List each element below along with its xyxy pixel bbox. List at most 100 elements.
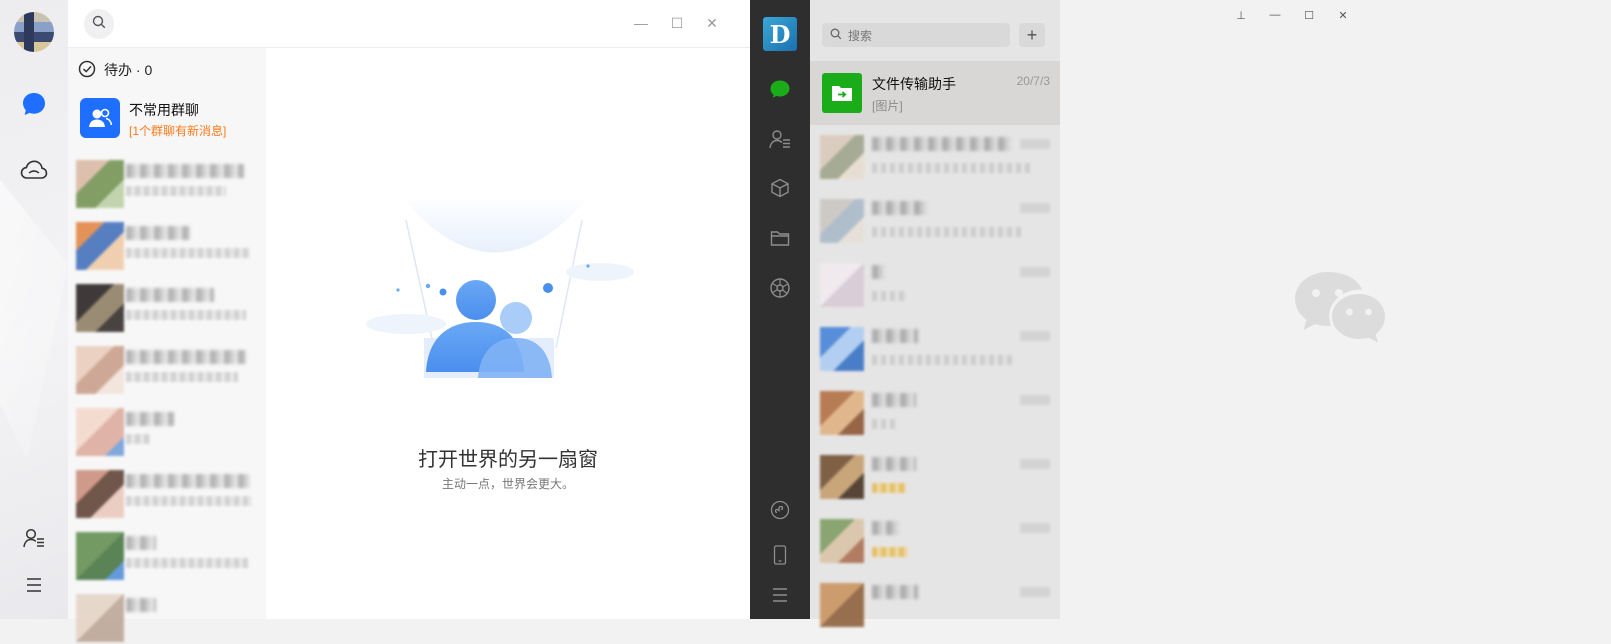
maximize-button[interactable]: ☐ <box>666 12 688 34</box>
chat-date: 20/7/3 <box>1016 74 1050 88</box>
list-item[interactable] <box>810 381 1060 445</box>
maximize-icon: ☐ <box>1304 9 1314 22</box>
phone-icon[interactable] <box>766 541 794 569</box>
blurred-preview <box>126 186 226 196</box>
folder-icon[interactable] <box>766 224 794 252</box>
file-transfer-icon <box>822 73 862 113</box>
search-button[interactable] <box>84 9 114 39</box>
blurred-preview <box>872 355 1012 365</box>
list-item[interactable] <box>810 573 1060 637</box>
avatar <box>820 199 864 243</box>
add-contact-icon[interactable] <box>18 522 50 554</box>
blurred-preview <box>872 419 896 429</box>
minimize-button[interactable]: — <box>630 12 652 34</box>
moments-icon[interactable] <box>766 274 794 302</box>
blurred-time <box>1020 459 1050 469</box>
empty-state-subtitle: 主动一点，世界会更大。 <box>441 477 574 491</box>
mini-program-icon[interactable] <box>766 496 794 524</box>
pin-icon: ⊥ <box>1236 9 1246 22</box>
blurred-time <box>1020 267 1050 277</box>
menu-icon[interactable] <box>18 569 50 601</box>
blurred-preview <box>872 483 906 493</box>
qq-top-bar: — ☐ ✕ <box>68 0 750 48</box>
wechat-nav-rail: D <box>750 0 810 619</box>
avatar <box>76 470 124 518</box>
avatar <box>76 408 124 456</box>
list-item[interactable] <box>810 125 1060 189</box>
list-item[interactable] <box>810 445 1060 509</box>
blurred-name <box>126 474 250 488</box>
list-item[interactable] <box>68 400 266 458</box>
blurred-preview <box>872 547 908 557</box>
minimize-icon: — <box>634 15 648 31</box>
group-new-message-note: [1个群聊有新消息] <box>129 124 227 138</box>
blurred-name <box>126 598 156 612</box>
list-item[interactable] <box>68 152 266 210</box>
avatar <box>820 583 864 627</box>
check-circle-icon <box>78 60 96 81</box>
blurred-name <box>872 137 1012 151</box>
chat-item-file-transfer[interactable]: 文件传输助手 20/7/3 [图片] <box>810 61 1060 125</box>
search-icon <box>830 28 842 43</box>
chat-preview: [图片] <box>872 99 903 113</box>
todo-entry[interactable]: 待办 · 0 <box>68 52 266 88</box>
menu-icon[interactable] <box>766 581 794 609</box>
blurred-name <box>126 412 174 426</box>
balloon-illustration <box>366 200 634 378</box>
chat-icon[interactable] <box>766 75 794 103</box>
blurred-name <box>126 536 156 550</box>
infrequent-groups-item[interactable]: 不常用群聊 [1个群聊有新消息] <box>68 92 266 148</box>
add-button[interactable]: + <box>1019 23 1045 47</box>
favorites-cube-icon[interactable] <box>766 174 794 202</box>
blurred-name <box>126 350 246 364</box>
list-item[interactable] <box>810 317 1060 381</box>
blurred-name <box>872 585 918 599</box>
qq-user-avatar[interactable] <box>14 12 54 52</box>
list-item[interactable] <box>810 509 1060 573</box>
list-item[interactable] <box>68 214 266 272</box>
avatar <box>76 160 124 208</box>
list-item[interactable] <box>68 276 266 334</box>
contacts-icon[interactable] <box>766 125 794 153</box>
blurred-preview <box>126 558 248 568</box>
blurred-preview <box>126 310 246 320</box>
wechat-logo-icon <box>1295 272 1385 343</box>
cloud-icon[interactable] <box>18 154 50 186</box>
blurred-name <box>872 329 918 343</box>
list-item[interactable] <box>68 524 266 582</box>
blurred-preview <box>126 496 252 506</box>
blurred-time <box>1020 139 1050 149</box>
minimize-icon: — <box>1269 9 1281 21</box>
avatar <box>820 391 864 435</box>
close-button[interactable]: ✕ <box>701 12 723 34</box>
chat-bubble-icon[interactable] <box>18 88 50 120</box>
blurred-name <box>872 393 916 407</box>
list-item[interactable] <box>68 586 266 644</box>
blurred-time <box>1020 331 1050 341</box>
list-item[interactable] <box>810 189 1060 253</box>
empty-state-title: 打开世界的另一扇窗 <box>418 449 598 471</box>
list-item[interactable] <box>810 253 1060 317</box>
blurred-name <box>872 457 916 471</box>
blurred-preview <box>872 227 1022 237</box>
maximize-button[interactable]: ☐ <box>1298 6 1320 24</box>
list-item[interactable] <box>68 338 266 396</box>
qq-window: — ☐ ✕ 待办 · 0 不常用群聊 [1个群聊有新消息] 打开世界的另一扇窗 … <box>0 0 750 642</box>
blurred-preview <box>872 163 1032 173</box>
wechat-user-avatar[interactable]: D <box>763 17 797 51</box>
blurred-preview <box>126 248 250 258</box>
avatar <box>76 594 124 642</box>
blurred-name <box>872 201 928 215</box>
blurred-name <box>872 265 886 279</box>
wechat-search-input[interactable]: 搜索 <box>822 23 1010 47</box>
avatar <box>820 455 864 499</box>
qq-empty-chat-pane: 打开世界的另一扇窗 主动一点，世界会更大。 <box>266 48 750 619</box>
qq-nav-rail <box>0 0 68 619</box>
search-icon <box>92 15 106 34</box>
chat-name: 文件传输助手 <box>872 76 956 92</box>
close-button[interactable]: ✕ <box>1332 6 1354 24</box>
list-item[interactable] <box>68 462 266 520</box>
pin-button[interactable]: ⊥ <box>1230 6 1252 24</box>
minimize-button[interactable]: — <box>1264 6 1286 24</box>
blurred-name <box>126 164 244 178</box>
